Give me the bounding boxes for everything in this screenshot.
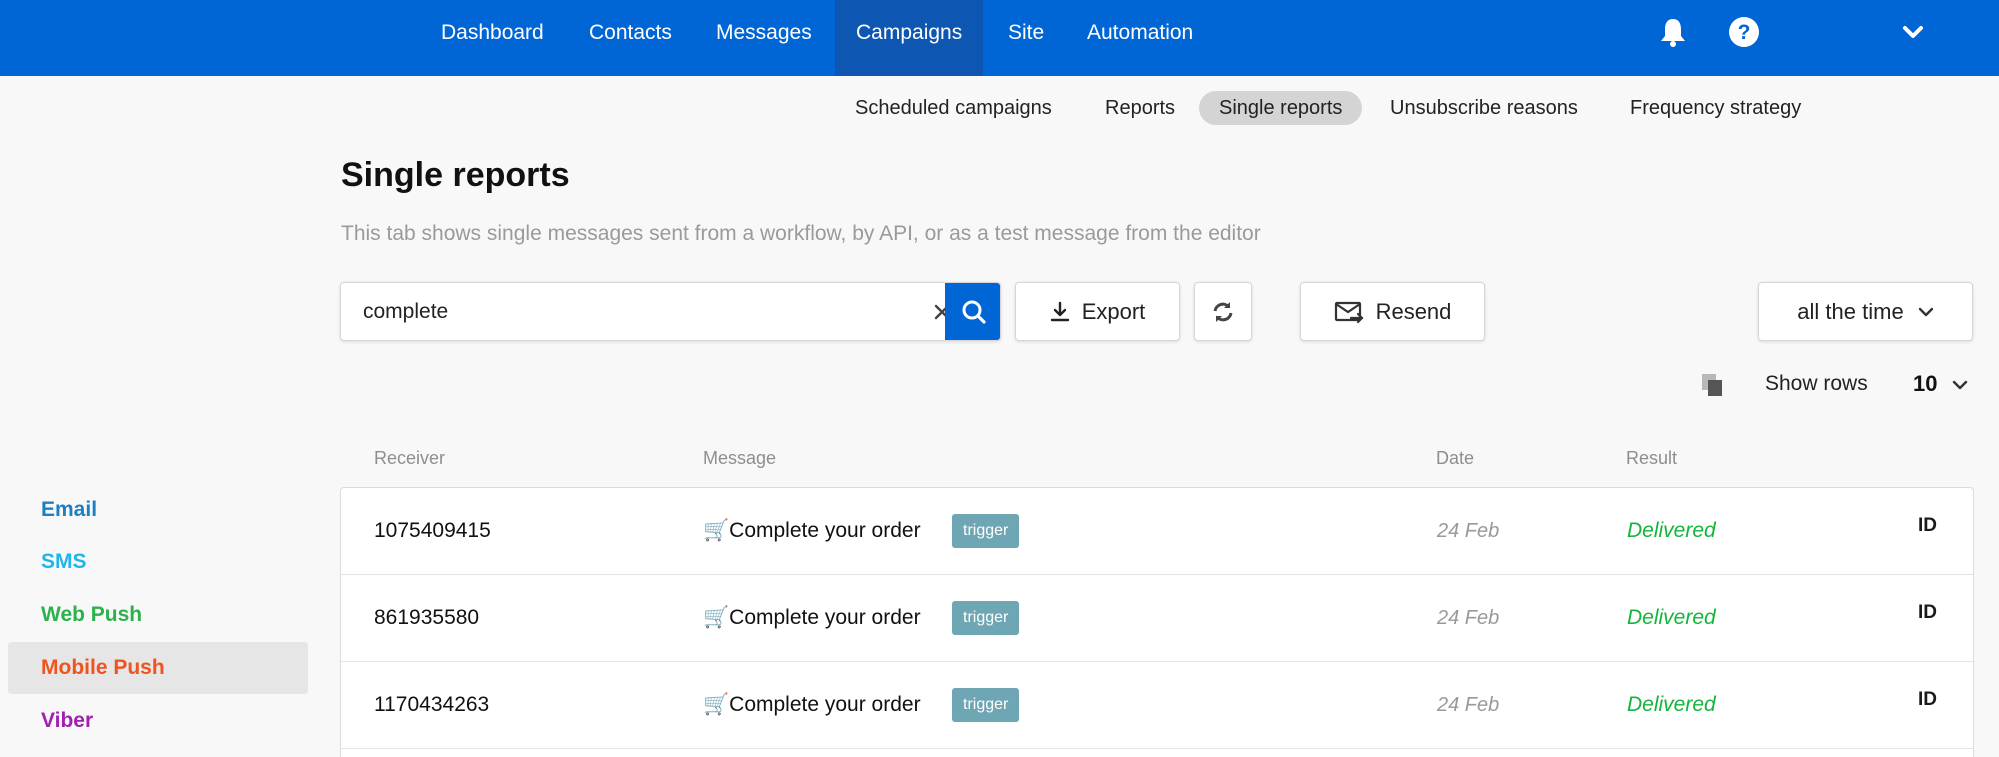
- id-link[interactable]: ID: [1918, 488, 1937, 574]
- receiver-cell: 1075409415: [374, 519, 491, 542]
- bell-icon[interactable]: [1655, 14, 1691, 50]
- trigger-tag: trigger: [952, 688, 1020, 722]
- table-row[interactable]: 861935580 🛒Complete your order trigger 2…: [341, 575, 1973, 662]
- table-row[interactable]: 1075409415 🛒Complete your order trigger …: [341, 488, 1973, 575]
- help-icon[interactable]: ?: [1726, 14, 1762, 50]
- sidebar-item-mobile-push[interactable]: Mobile Push: [8, 642, 308, 694]
- period-dropdown[interactable]: all the time: [1758, 282, 1973, 341]
- date-cell: 24 Feb: [1437, 520, 1500, 542]
- search-input[interactable]: [363, 283, 923, 340]
- result-cell: Delivered: [1627, 519, 1716, 542]
- nav-site[interactable]: Site: [1008, 0, 1044, 76]
- show-rows-dropdown[interactable]: 10: [1913, 371, 1968, 397]
- export-button[interactable]: Export: [1015, 282, 1180, 341]
- chevron-down-icon: [1952, 380, 1967, 390]
- nav-automation[interactable]: Automation: [1087, 0, 1193, 76]
- download-icon: [1050, 301, 1069, 321]
- date-cell: 24 Feb: [1437, 607, 1500, 629]
- column-header-date: Date: [1436, 448, 1475, 468]
- nav-dashboard[interactable]: Dashboard: [441, 0, 544, 76]
- sidebar-item-viber[interactable]: Viber: [8, 695, 308, 747]
- subnav-scheduled-campaigns[interactable]: Scheduled campaigns: [835, 91, 1072, 125]
- message-cell[interactable]: 🛒Complete your order: [703, 575, 921, 661]
- show-rows-value: 10: [1913, 371, 1938, 396]
- receiver-cell: 1170434263: [374, 693, 490, 716]
- nav-contacts[interactable]: Contacts: [589, 0, 672, 76]
- period-label: all the time: [1797, 298, 1904, 324]
- show-rows-label: Show rows: [1765, 372, 1868, 395]
- nav-campaigns[interactable]: Campaigns: [835, 0, 984, 76]
- chevron-down-icon[interactable]: [1895, 14, 1931, 50]
- svg-text:?: ?: [1738, 21, 1751, 44]
- export-label: Export: [1081, 298, 1146, 324]
- refresh-icon: [1213, 301, 1233, 322]
- message-cell[interactable]: 🛒Complete your order: [703, 488, 921, 574]
- id-link[interactable]: ID: [1918, 575, 1937, 661]
- sidebar-item-sms[interactable]: SMS: [8, 536, 308, 588]
- resend-label: Resend: [1375, 298, 1452, 324]
- nav-messages[interactable]: Messages: [716, 0, 812, 76]
- search-box: [340, 282, 1001, 341]
- sidebar-item-email[interactable]: Email: [8, 484, 308, 536]
- trigger-tag: trigger: [952, 601, 1020, 635]
- column-header-result: Result: [1626, 448, 1678, 468]
- subnav-unsubscribe-reasons[interactable]: Unsubscribe reasons: [1370, 91, 1598, 125]
- resend-button[interactable]: Resend: [1300, 282, 1485, 341]
- date-cell: 24 Feb: [1437, 694, 1500, 716]
- search-button[interactable]: [945, 283, 1000, 340]
- column-header-receiver: Receiver: [374, 448, 446, 468]
- page-description: This tab shows single messages sent from…: [341, 222, 1261, 245]
- copy-icon[interactable]: [1700, 372, 1726, 398]
- table-row[interactable]: 1170434263 🛒Complete your order trigger …: [341, 662, 1973, 749]
- trigger-tag: trigger: [952, 514, 1020, 548]
- id-link[interactable]: ID: [1918, 662, 1937, 748]
- result-cell: Delivered: [1627, 693, 1716, 716]
- receiver-cell: 861935580: [374, 606, 480, 629]
- column-header-message: Message: [703, 448, 777, 468]
- refresh-button[interactable]: [1194, 282, 1252, 341]
- subnav-single-reports[interactable]: Single reports: [1199, 91, 1363, 125]
- page-title: Single reports: [341, 156, 570, 194]
- subnav-frequency-strategy[interactable]: Frequency strategy: [1610, 91, 1821, 125]
- sidebar-item-web-push[interactable]: Web Push: [8, 589, 308, 641]
- top-navigation-bar: Dashboard Contacts Messages Campaigns Si…: [0, 0, 1999, 76]
- result-cell: Delivered: [1627, 606, 1716, 629]
- subnav-reports[interactable]: Reports: [1085, 91, 1195, 125]
- resend-email-icon: [1334, 301, 1364, 323]
- reports-table: 1075409415 🛒Complete your order trigger …: [340, 487, 1974, 757]
- message-cell[interactable]: 🛒Complete your order: [703, 662, 921, 748]
- search-icon: [962, 300, 986, 324]
- chevron-down-icon: [1918, 307, 1933, 316]
